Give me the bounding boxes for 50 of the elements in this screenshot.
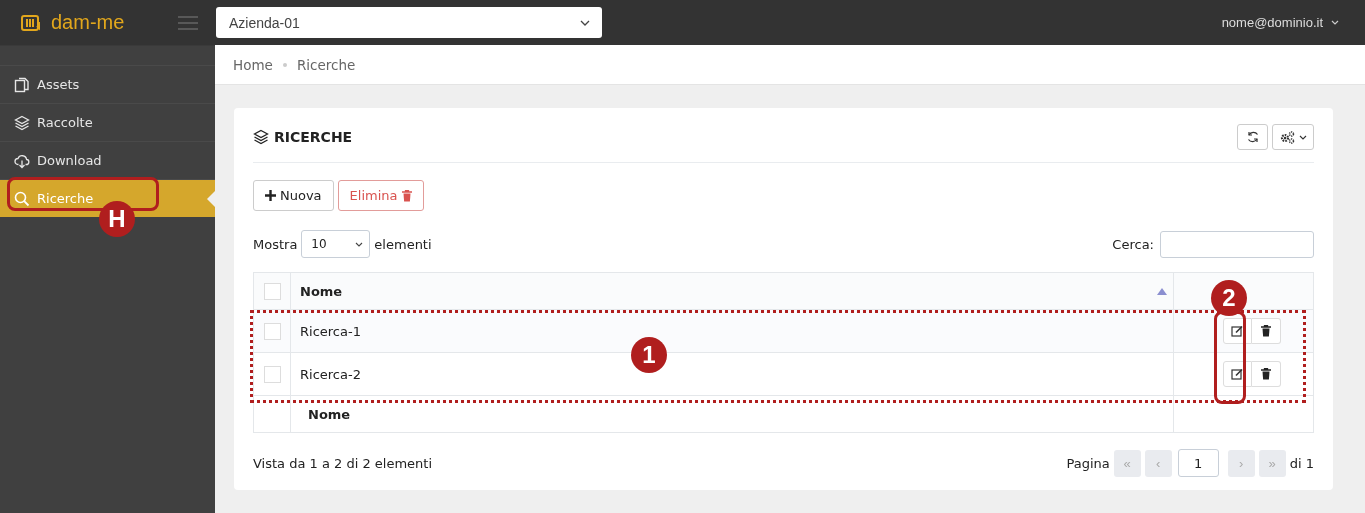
settings-button[interactable] [1272,124,1314,150]
edit-icon [1231,325,1243,337]
separator-dot-icon [282,62,287,67]
trash-icon [401,189,412,202]
checkbox[interactable] [263,282,281,300]
checkbox[interactable] [263,322,281,340]
search-icon [14,190,30,207]
logo-icon [20,12,42,33]
trash-icon [1260,325,1271,337]
page-size-select[interactable]: 10 [301,230,371,258]
page-label: Pagina [1066,455,1110,471]
search-field[interactable] [1160,230,1314,258]
layers-icon [253,129,269,145]
column-header[interactable]: Nome [300,283,343,299]
length-label: elementi [374,236,432,252]
cloud-download-icon [14,152,30,169]
checkbox[interactable] [263,365,281,383]
column-footer: Nome [300,406,351,422]
delete-row-button[interactable] [1251,361,1281,387]
refresh-button[interactable] [1237,124,1268,150]
sidebar-item[interactable]: Assets [0,65,215,103]
delete-row-button[interactable] [1251,318,1281,344]
company-select[interactable]: Azienda-01 [216,7,602,38]
edit-button[interactable] [1222,318,1252,344]
breadcrumb-current: Ricerche [296,56,356,73]
delete-button[interactable]: Elimina [337,180,424,211]
chevron-down-icon [355,241,364,247]
sidebar-item[interactable]: Raccolte [0,103,215,141]
breadcrumb-link[interactable]: Home [233,56,273,73]
sort-ascending-icon[interactable] [1157,287,1167,295]
logo[interactable]: dam-me [51,11,125,34]
trash-icon [1260,368,1271,380]
new-button[interactable]: Nuova [253,180,334,211]
chevron-down-icon [580,19,590,26]
select-value: Azienda-01 [229,14,300,31]
card-title: RICERCHE [274,129,353,145]
chevron-down-icon [1298,134,1307,140]
page-total: di 1 [1289,455,1314,471]
edit-button[interactable] [1222,361,1252,387]
table-info: Vista da 1 a 2 di 2 elementi [253,455,433,471]
page-field[interactable]: 1 [1177,449,1219,477]
search-label: Cerca: [1112,236,1154,252]
refresh-icon [1245,130,1260,144]
files-icon [14,76,30,93]
layers-icon [14,114,30,131]
plus-icon [265,190,276,201]
edit-icon [1231,368,1243,380]
length-label: Mostra [253,236,298,252]
gears-icon [1279,130,1296,144]
chevron-down-icon [1331,20,1339,25]
